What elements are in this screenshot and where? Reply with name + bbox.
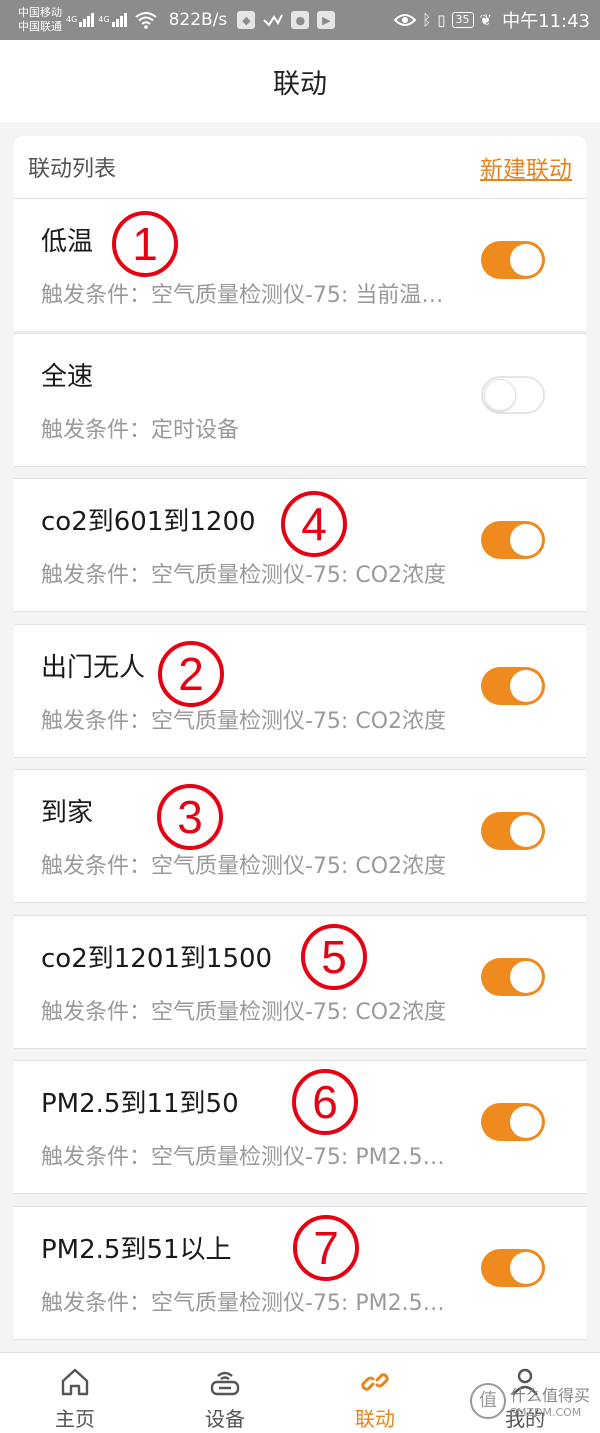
linkage-toggle[interactable] xyxy=(481,241,545,279)
linkage-toggle[interactable] xyxy=(481,1249,545,1287)
nav-label: 设备 xyxy=(205,1407,245,1431)
toggle-knob xyxy=(510,670,542,702)
linkage-list: 联动列表 新建联动 低温 触发条件：空气质量检测仪-75: 当前温度小于 1 全… xyxy=(14,136,586,1340)
wifi-icon xyxy=(134,12,157,29)
list-header: 联动列表 新建联动 xyxy=(14,136,586,198)
linkage-name: 出门无人 xyxy=(41,653,146,683)
nav-devices[interactable]: 设备 xyxy=(150,1353,300,1433)
linkage-name: co2到601到1200 xyxy=(41,507,256,537)
linkage-name: 到家 xyxy=(41,798,94,828)
linkage-toggle[interactable] xyxy=(481,1103,545,1141)
battery-icon: 35 xyxy=(451,12,474,28)
carrier-1: 中国移动 xyxy=(18,6,62,19)
linkage-item[interactable]: 全速 触发条件：定时设备 xyxy=(14,333,586,467)
check-app-icon xyxy=(263,14,284,27)
linkage-condition: 触发条件：空气质量检测仪-75: CO2浓度 xyxy=(41,1000,447,1025)
wechat-icon: ● xyxy=(291,11,310,29)
signal-icon: 4G xyxy=(66,13,95,27)
linkage-toggle[interactable] xyxy=(481,667,545,705)
page-title: 联动 xyxy=(273,68,327,100)
linkage-toggle[interactable] xyxy=(481,812,545,850)
linkage-item[interactable]: PM2.5到51以上 触发条件：空气质量检测仪-75: PM2.5浓度 7 xyxy=(14,1206,586,1340)
toggle-knob xyxy=(510,815,542,847)
linkage-condition: 触发条件：空气质量检测仪-75: 当前温度小于 xyxy=(41,283,459,308)
nav-home[interactable]: 主页 xyxy=(0,1353,150,1433)
new-linkage-link[interactable]: 新建联动 xyxy=(480,150,572,184)
annotation-marker: 3 xyxy=(157,784,223,850)
home-icon xyxy=(61,1368,89,1396)
linkage-name: 低温 xyxy=(41,227,94,257)
linkage-name: PM2.5到11到50 xyxy=(41,1089,239,1119)
annotation-marker: 6 xyxy=(292,1069,358,1135)
linkage-name: 全速 xyxy=(41,362,94,392)
linkage-condition: 触发条件：空气质量检测仪-75: PM2.5浓度 xyxy=(41,1145,459,1170)
annotation-marker: 1 xyxy=(112,211,178,277)
watermark-text: 什么值得买 xyxy=(510,1386,591,1405)
linkage-condition: 触发条件：空气质量检测仪-75: CO2浓度 xyxy=(41,709,447,734)
linkage-toggle[interactable] xyxy=(481,376,545,414)
toggle-knob xyxy=(510,244,542,276)
toggle-knob xyxy=(484,379,516,411)
toggle-knob xyxy=(510,961,542,993)
annotation-marker: 7 xyxy=(293,1215,359,1281)
shield-app-icon: ◆ xyxy=(237,11,256,29)
watermark-url: SMZDM.COM xyxy=(510,1406,582,1419)
watermark-logo: 值 xyxy=(470,1382,506,1419)
device-icon xyxy=(210,1371,240,1396)
toggle-knob xyxy=(510,1252,542,1284)
eye-icon xyxy=(394,14,417,26)
linkage-name: PM2.5到51以上 xyxy=(41,1235,232,1265)
watermark: 值 什么值得买 SMZDM.COM xyxy=(470,1382,590,1419)
nav-linkage[interactable]: 联动 xyxy=(300,1353,450,1433)
list-title: 联动列表 xyxy=(28,157,117,182)
linkage-condition: 触发条件：空气质量检测仪-75: PM2.5浓度 xyxy=(41,1291,459,1316)
signal-icon-2: 4G xyxy=(98,13,127,27)
toggle-knob xyxy=(510,524,542,556)
carrier-labels: 中国移动 中国联通 xyxy=(18,6,62,34)
link-icon xyxy=(361,1373,389,1391)
nav-label: 主页 xyxy=(55,1407,95,1431)
linkage-item[interactable]: co2到1201到1500 触发条件：空气质量检测仪-75: CO2浓度 5 xyxy=(14,915,586,1049)
linkage-item[interactable]: 出门无人 触发条件：空气质量检测仪-75: CO2浓度 2 xyxy=(14,624,586,758)
toggle-knob xyxy=(510,1106,542,1138)
linkage-item[interactable]: co2到601到1200 触发条件：空气质量检测仪-75: CO2浓度 4 xyxy=(14,478,586,612)
linkage-item[interactable]: 低温 触发条件：空气质量检测仪-75: 当前温度小于 1 xyxy=(14,198,586,332)
network-speed: 822B/s xyxy=(168,10,228,30)
annotation-marker: 2 xyxy=(158,641,224,707)
video-app-icon: ▶ xyxy=(317,11,336,29)
clock: 中午11:43 xyxy=(502,11,590,32)
nav-label: 联动 xyxy=(355,1407,395,1431)
linkage-name: co2到1201到1500 xyxy=(41,944,273,974)
annotation-marker: 5 xyxy=(301,924,367,990)
annotation-marker: 4 xyxy=(281,491,347,557)
bluetooth-icon: ᛒ xyxy=(422,11,432,29)
status-bar: 中国移动 中国联通 4G 4G 822B/s ◆ ● ▶ ᛒ ▯ 35 ❦ 中午… xyxy=(0,0,600,40)
leaf-icon: ❦ xyxy=(479,11,493,29)
linkage-toggle[interactable] xyxy=(481,958,545,996)
carrier-2: 中国联通 xyxy=(18,20,62,33)
vibrate-icon: ▯ xyxy=(437,11,446,29)
linkage-toggle[interactable] xyxy=(481,521,545,559)
linkage-item[interactable]: 到家 触发条件：空气质量检测仪-75: CO2浓度 3 xyxy=(14,769,586,903)
app-header: 联动 xyxy=(0,40,600,122)
linkage-condition: 触发条件：空气质量检测仪-75: CO2浓度 xyxy=(41,563,447,588)
linkage-condition: 触发条件：定时设备 xyxy=(41,418,240,443)
linkage-item[interactable]: PM2.5到11到50 触发条件：空气质量检测仪-75: PM2.5浓度 6 xyxy=(14,1060,586,1194)
linkage-condition: 触发条件：空气质量检测仪-75: CO2浓度 xyxy=(41,854,447,879)
